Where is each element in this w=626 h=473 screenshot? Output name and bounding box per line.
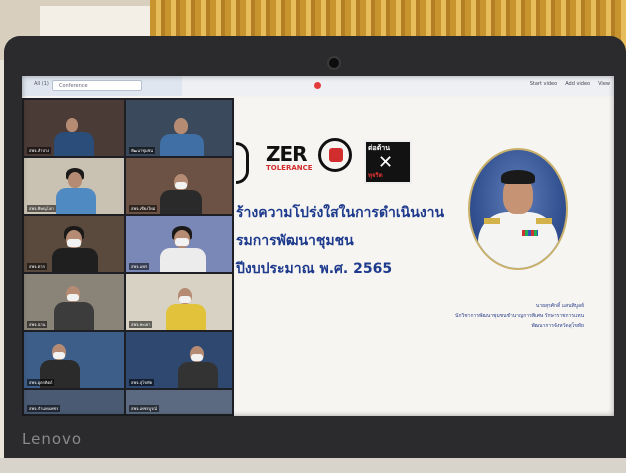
portrait-caption-title: นักวิชาการพัฒนาชุมชนชำนาญการพิเศษ รักษาร… <box>455 313 584 319</box>
participant-gallery: สพจ.ลำปาง พัฒนาชุมชน สพจ.พิษณุโลก สพจ.เช… <box>22 98 234 416</box>
anti-corruption-logo: ต่อต้าน ✕ ทุจริต <box>364 140 412 184</box>
participant-tile[interactable]: สพจ.น่าน <box>24 274 124 330</box>
zero-logo-text: ZER <box>266 142 308 166</box>
participant-tile[interactable]: สพจ.ตาก <box>24 216 124 272</box>
webcam <box>327 56 341 70</box>
tab-all[interactable]: All (1) <box>34 81 49 87</box>
shared-slide: ZER TOLERANCE ต่อต้าน ✕ ทุจริต ร้างความโ… <box>236 98 614 416</box>
portrait-caption-name: นายสุรศักดิ์ แสนพิบูลย์ <box>535 303 584 309</box>
participant-tile[interactable]: สพจ.แพร่ <box>126 216 232 272</box>
participant-name: สพจ.ตาก <box>27 263 47 270</box>
zero-tolerance-logo: ZER TOLERANCE <box>266 138 356 178</box>
participant-name: สพจ.น่าน <box>27 321 48 328</box>
participant-tile[interactable]: สพจ.อุตรดิตถ์ <box>24 332 124 388</box>
view-button[interactable]: View <box>598 81 610 87</box>
laptop-screen: All (1) Conference Start video Add video… <box>22 76 614 416</box>
slide-title-line-1: ร้างความโปร่งใสในการดำเนินงาน <box>236 205 445 221</box>
zoom-right-controls: Start video Add video View <box>530 81 610 87</box>
search-input[interactable]: Conference <box>52 80 142 91</box>
participant-tile[interactable]: พัฒนาชุมชน <box>126 100 232 156</box>
participant-name: สพจ.สุโขทัย <box>129 379 154 386</box>
participant-name: สพจ.เชียงใหม่ <box>129 205 158 212</box>
participant-name: สพจ.ลำปาง <box>27 147 52 154</box>
cut-off-logo <box>236 142 249 184</box>
participant-name: สพจ.พิษณุโลก <box>27 205 56 212</box>
participant-name: พัฒนาชุมชน <box>129 147 156 154</box>
participant-name: สพจ.อุตรดิตถ์ <box>27 379 55 386</box>
participant-name: สพจ.พะเยา <box>129 321 153 328</box>
slide-title-line-3: ปีงบประมาณ พ.ศ. 2565 <box>236 261 393 277</box>
desk-surface <box>0 458 626 473</box>
slide-title-line-2: รมการพัฒนาชุมชน <box>236 233 354 249</box>
alert-icon[interactable] <box>314 82 321 89</box>
anti-logo-bottom-text: ทุจริต <box>368 172 383 179</box>
zoom-left-panel-header: All (1) Conference <box>22 76 182 96</box>
participant-tile[interactable]: สพจ.กำแพงเพชร <box>24 390 124 414</box>
participant-tile[interactable]: สพจ.พิษณุโลก <box>24 158 124 214</box>
participant-tile[interactable]: สพจ.สุโขทัย <box>126 332 232 388</box>
participant-name: สพจ.เพชรบูรณ์ <box>129 405 159 412</box>
participant-tile[interactable]: สพจ.ลำปาง <box>24 100 124 156</box>
zero-logo-subtitle: TOLERANCE <box>266 164 313 172</box>
add-video-button[interactable]: Add video <box>565 81 590 87</box>
participant-tile[interactable]: สพจ.พะเยา <box>126 274 232 330</box>
fist-icon <box>318 138 352 172</box>
participant-name: สพจ.กำแพงเพชร <box>27 405 61 412</box>
portrait-caption-office: พัฒนาการจังหวัดสุโขทัย <box>531 323 584 329</box>
laptop-brand-logo: Lenovo <box>22 430 83 448</box>
zoom-top-bar: All (1) Conference Start video Add video… <box>22 76 614 96</box>
participant-name: สพจ.แพร่ <box>129 263 150 270</box>
participant-tile[interactable]: สพจ.เชียงใหม่ <box>126 158 232 214</box>
participant-tile[interactable]: สพจ.เพชรบูรณ์ <box>126 390 232 414</box>
start-video-button[interactable]: Start video <box>530 81 557 87</box>
official-portrait <box>468 148 568 270</box>
